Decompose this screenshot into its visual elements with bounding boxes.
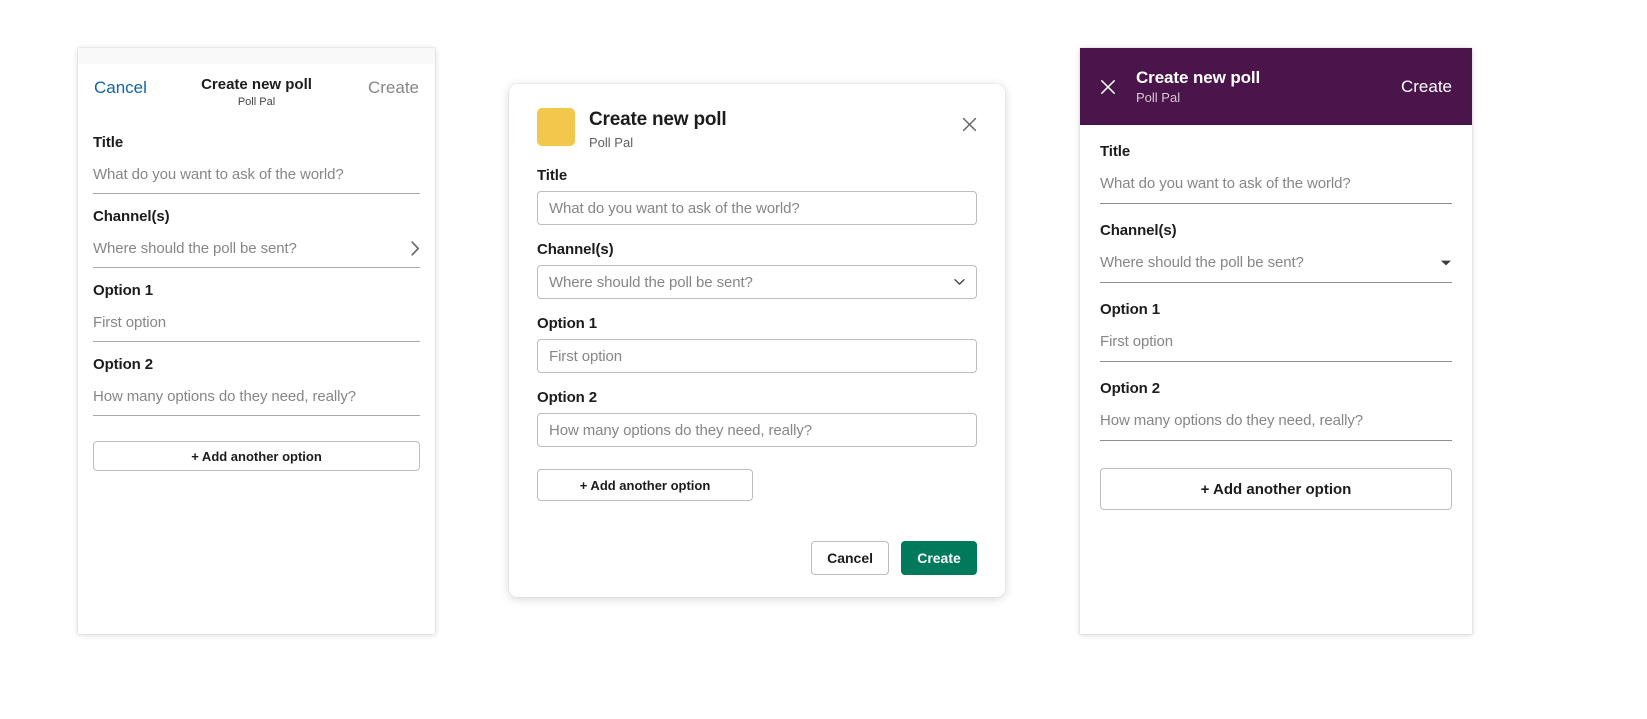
field-channels: Channel(s) Where should the poll be sent… [1100, 204, 1452, 283]
channels-select-placeholder: Where should the poll be sent? [1100, 254, 1304, 271]
option-1-input-placeholder: First option [93, 314, 166, 331]
add-another-option-button[interactable]: + Add another option [537, 469, 753, 501]
channels-select[interactable]: Where should the poll be sent? [93, 226, 420, 268]
cancel-button[interactable]: Cancel [94, 78, 147, 98]
field-option-1: Option 1 First option [1100, 283, 1452, 362]
modal-footer: Cancel Create [811, 541, 977, 575]
field-option-2: Option 2 How many options do they need, … [93, 342, 420, 416]
caret-down-icon [1440, 259, 1452, 267]
field-option-2: Option 2 How many options do they need, … [537, 389, 977, 447]
page-title: Create new poll [1136, 68, 1261, 87]
close-icon[interactable] [957, 112, 981, 136]
app-name: Poll Pal [1136, 90, 1181, 105]
android-form: Title What do you want to ask of the wor… [1080, 125, 1472, 510]
page-title: Create new poll [589, 109, 727, 130]
channels-select-placeholder: Where should the poll be sent? [93, 240, 297, 257]
channels-select[interactable]: Where should the poll be sent? [1100, 240, 1452, 283]
title-input[interactable]: What do you want to ask of the world? [537, 191, 977, 225]
create-button[interactable]: Create [901, 541, 977, 575]
option-1-input-placeholder: First option [549, 347, 622, 365]
app-name: Poll Pal [589, 135, 634, 150]
desktop-poll-modal: Create new poll Poll Pal Title What do y… [509, 84, 1005, 597]
field-channels: Channel(s) Where should the poll be sent… [537, 241, 977, 299]
field-label-option-2: Option 2 [1100, 380, 1161, 397]
add-another-option-button[interactable]: + Add another option [93, 441, 420, 471]
ios-navigation-bar: Cancel Create new poll Poll Pal Create [78, 64, 435, 120]
create-button[interactable]: Create [368, 78, 419, 98]
option-1-input[interactable]: First option [93, 300, 420, 342]
close-icon[interactable] [1097, 76, 1119, 98]
title-input[interactable]: What do you want to ask of the world? [1100, 161, 1452, 204]
option-1-input[interactable]: First option [1100, 319, 1452, 362]
ios-status-bar [78, 48, 435, 64]
field-label-option-1: Option 1 [537, 315, 598, 332]
channels-select[interactable]: Where should the poll be sent? [537, 265, 977, 299]
chevron-right-icon [411, 241, 420, 256]
android-poll-sheet: Create new poll Poll Pal Create Title Wh… [1080, 48, 1472, 634]
field-label-option-1: Option 1 [93, 282, 154, 299]
field-option-2: Option 2 How many options do they need, … [1100, 362, 1452, 441]
field-option-1: Option 1 First option [537, 315, 977, 373]
ios-form: Title What do you want to ask of the wor… [78, 120, 435, 471]
field-label-option-2: Option 2 [537, 389, 598, 406]
option-2-input[interactable]: How many options do they need, really? [537, 413, 977, 447]
option-2-input-placeholder: How many options do they need, really? [549, 421, 813, 439]
field-label-channels: Channel(s) [1100, 222, 1177, 239]
field-label-option-1: Option 1 [1100, 301, 1161, 318]
option-1-input-placeholder: First option [1100, 333, 1173, 350]
modal-title-block: Create new poll Poll Pal [589, 108, 727, 151]
title-input-placeholder: What do you want to ask of the world? [93, 166, 344, 183]
channels-select-placeholder: Where should the poll be sent? [549, 273, 753, 291]
android-app-bar: Create new poll Poll Pal Create [1080, 48, 1472, 125]
title-input-placeholder: What do you want to ask of the world? [1100, 175, 1351, 192]
field-label-title: Title [537, 167, 568, 184]
chevron-down-icon [954, 279, 965, 286]
add-another-option-button[interactable]: + Add another option [1100, 468, 1452, 510]
option-2-input-placeholder: How many options do they need, really? [93, 388, 357, 405]
title-input-placeholder: What do you want to ask of the world? [549, 199, 800, 217]
option-2-input[interactable]: How many options do they need, really? [93, 374, 420, 416]
field-label-channels: Channel(s) [537, 241, 614, 258]
field-option-1: Option 1 First option [93, 268, 420, 342]
field-title: Title What do you want to ask of the wor… [93, 120, 420, 194]
modal-header: Create new poll Poll Pal [537, 108, 977, 151]
cancel-button[interactable]: Cancel [811, 541, 889, 575]
option-2-input-placeholder: How many options do they need, really? [1100, 412, 1364, 429]
field-channels: Channel(s) Where should the poll be sent… [93, 194, 420, 268]
field-label-channels: Channel(s) [93, 208, 170, 225]
app-icon [537, 108, 575, 146]
field-title: Title What do you want to ask of the wor… [1100, 125, 1452, 204]
field-label-title: Title [1100, 143, 1131, 160]
field-label-option-2: Option 2 [93, 356, 154, 373]
option-1-input[interactable]: First option [537, 339, 977, 373]
ios-poll-sheet: Cancel Create new poll Poll Pal Create T… [78, 48, 435, 634]
field-title: Title What do you want to ask of the wor… [537, 167, 977, 225]
option-2-input[interactable]: How many options do they need, really? [1100, 398, 1452, 441]
field-label-title: Title [93, 134, 124, 151]
create-button[interactable]: Create [1401, 77, 1452, 97]
android-title-block: Create new poll Poll Pal [1136, 67, 1401, 106]
title-input[interactable]: What do you want to ask of the world? [93, 152, 420, 194]
